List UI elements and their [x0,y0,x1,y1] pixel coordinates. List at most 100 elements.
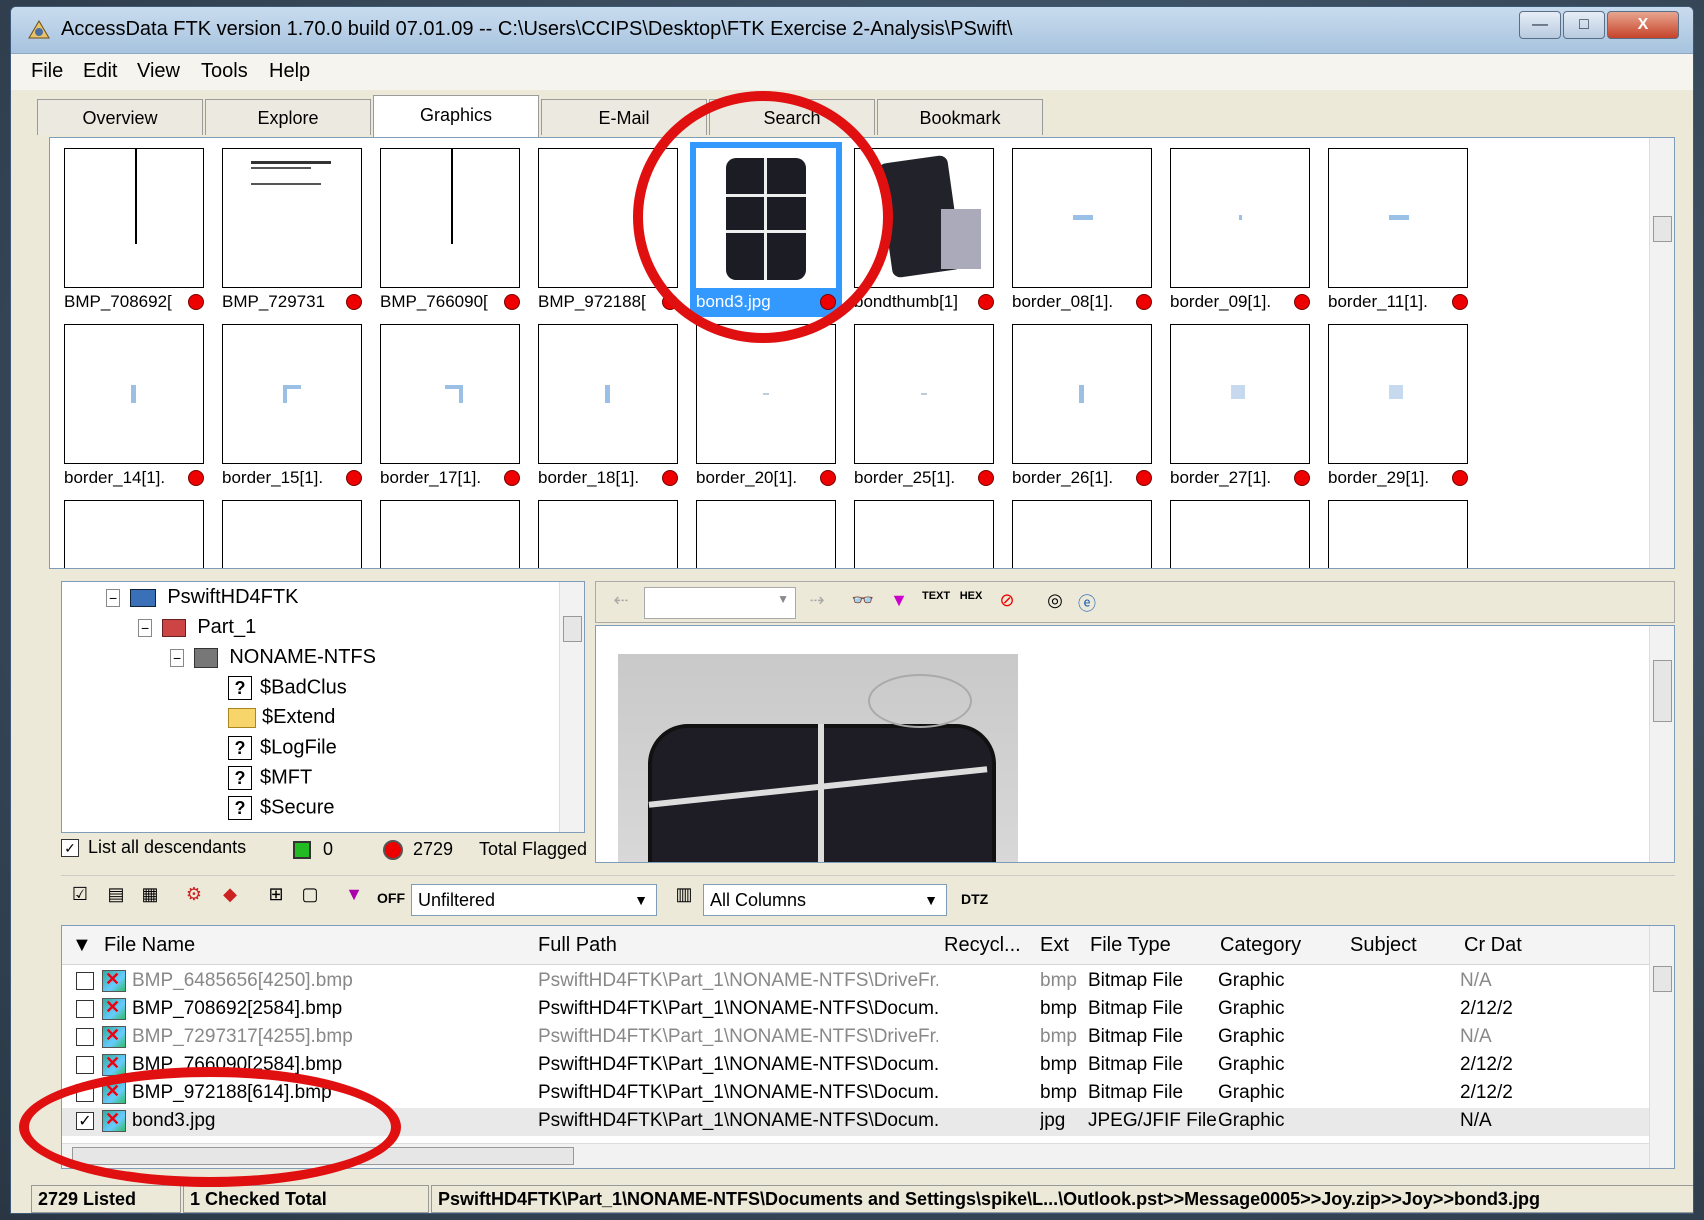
thumbnail[interactable]: border_17[1]. [374,318,526,493]
flag-icon[interactable] [1294,294,1310,310]
thumbnail[interactable]: BMP_972188[ [532,142,684,317]
thumbnail[interactable] [690,494,842,568]
thumbnail[interactable]: border_18[1]. [532,318,684,493]
tree-node-secure[interactable]: ? $Secure [228,796,335,820]
back-icon[interactable]: ⇠ [608,590,634,614]
thumbnail[interactable]: border_25[1]. [848,318,1000,493]
flag-icon[interactable] [1136,470,1152,486]
column-ext[interactable]: Ext [1040,934,1084,957]
maximize-button[interactable]: □ [1563,11,1605,39]
table-row[interactable]: BMP_708692[2584].bmp PswiftHD4FTK\Part_1… [62,996,1650,1024]
tab-bookmark[interactable]: Bookmark [877,99,1043,135]
tab-overview[interactable]: Overview [37,99,203,135]
scroll-thumb[interactable] [72,1147,574,1165]
row-checkbox[interactable] [76,1000,94,1018]
thumbnail[interactable]: border_20[1]. [690,318,842,493]
thumbnail[interactable]: BMP_766090[ [374,142,526,317]
column-recycle[interactable]: Recycl... [944,934,1030,957]
thumbnail[interactable] [1006,494,1158,568]
viewer-combo[interactable]: ▼ [644,587,796,619]
row-checkbox[interactable] [76,972,94,990]
thumbnail[interactable]: border_27[1]. [1164,318,1316,493]
grid-view-icon[interactable]: ▦ [137,884,163,908]
tree-node-root[interactable]: − PswiftHD4FTK [106,586,298,609]
no-view-icon[interactable]: ⊘ [994,590,1020,614]
thumbnail[interactable] [848,494,1000,568]
row-checkbox-checked[interactable]: ✓ [76,1112,94,1130]
thumbnail[interactable]: border_08[1]. [1006,142,1158,317]
flag-icon[interactable] [1452,294,1468,310]
flag-icon[interactable] [978,470,994,486]
scroll-thumb[interactable] [1653,966,1672,992]
thumbnail[interactable]: border_11[1]. [1322,142,1474,317]
flag-icon[interactable] [662,294,678,310]
menu-edit[interactable]: Edit [83,60,117,83]
tree-node-partition[interactable]: − Part_1 [138,616,256,639]
tab-email[interactable]: E-Mail [541,99,707,135]
row-checkbox[interactable] [76,1084,94,1102]
table-row[interactable]: BMP_7297317[4255].bmp PswiftHD4FTK\Part_… [62,1024,1650,1052]
detach-icon[interactable]: ◎ [1042,590,1068,614]
tree-node-logfile[interactable]: ? $LogFile [228,736,337,760]
gallery-scrollbar[interactable] [1649,138,1674,568]
file-list-hscrollbar[interactable] [62,1143,1650,1168]
thumbnail-selected[interactable]: bond3.jpg [690,142,842,317]
filter-select[interactable]: Unfiltered ▼ [411,884,657,916]
glasses-icon[interactable]: 👓 [850,590,876,614]
thumbnail[interactable]: border_29[1]. [1322,318,1474,493]
flag-icon[interactable] [504,294,520,310]
scroll-thumb[interactable] [1653,216,1672,242]
tree-node-mft[interactable]: ? $MFT [228,766,312,790]
hex-view-icon[interactable]: HEX [958,590,984,614]
flag-icon[interactable] [346,470,362,486]
file-list-vscrollbar[interactable] [1649,926,1674,1168]
table-row[interactable]: BMP_6485656[4250].bmp PswiftHD4FTK\Part_… [62,968,1650,996]
flag-icon[interactable] [1452,470,1468,486]
forward-icon[interactable]: ⇢ [804,590,830,614]
thumbnail[interactable] [1164,494,1316,568]
tab-explore[interactable]: Explore [205,99,371,135]
menu-file[interactable]: File [31,60,63,83]
thumbnail[interactable] [1322,494,1474,568]
bookmark-icon[interactable]: ◆ [217,884,243,908]
dtz-label[interactable]: DTZ [961,891,988,907]
close-button[interactable]: X [1607,11,1679,39]
flag-icon[interactable] [188,294,204,310]
column-category[interactable]: Category [1220,934,1340,957]
column-created-date[interactable]: Cr Dat [1464,934,1524,957]
scroll-thumb[interactable] [1653,660,1672,722]
thumbnail[interactable]: border_09[1]. [1164,142,1316,317]
column-file-name[interactable]: File Name [104,934,534,957]
thumbnail[interactable] [58,494,210,568]
row-checkbox[interactable] [76,1056,94,1074]
column-subject[interactable]: Subject [1350,934,1460,957]
column-file-type[interactable]: File Type [1090,934,1210,957]
filter-icon[interactable]: ▼ [341,884,367,908]
flag-icon[interactable] [662,470,678,486]
text-view-icon[interactable]: TEXT [922,590,950,614]
tree-scrollbar[interactable] [559,582,584,832]
table-row[interactable]: BMP_766090[2584].bmp PswiftHD4FTK\Part_1… [62,1052,1650,1080]
document-icon[interactable]: ▢ [297,884,323,908]
flag-icon[interactable] [820,294,836,310]
list-view-icon[interactable]: ▤ [103,884,129,908]
table-row[interactable]: BMP_972188[614].bmp PswiftHD4FTK\Part_1\… [62,1080,1650,1108]
thumbnail[interactable]: BMP_708692[ [58,142,210,317]
tree-node-extend[interactable]: $Extend [228,706,335,729]
table-row-selected[interactable]: ✓ bond3.jpg PswiftHD4FTK\Part_1\NONAME-N… [62,1108,1650,1136]
flag-icon[interactable] [346,294,362,310]
tree-node-volume[interactable]: − NONAME-NTFS [170,646,376,669]
flag-icon[interactable] [1136,294,1152,310]
tab-graphics[interactable]: Graphics [373,95,539,137]
minimize-button[interactable]: — [1519,11,1561,39]
sort-icon[interactable]: ▼ [72,934,92,957]
thumbnail[interactable]: border_15[1]. [216,318,368,493]
thumbnail[interactable]: bondthumb[1] [848,142,1000,317]
row-checkbox[interactable] [76,1028,94,1046]
flag-icon[interactable] [188,470,204,486]
thumbnail[interactable]: border_26[1]. [1006,318,1158,493]
check-all-icon[interactable]: ☑ [67,884,93,908]
thumbnail[interactable] [532,494,684,568]
list-all-descendants-checkbox[interactable]: ✓ [61,839,79,858]
column-full-path[interactable]: Full Path [538,934,938,957]
